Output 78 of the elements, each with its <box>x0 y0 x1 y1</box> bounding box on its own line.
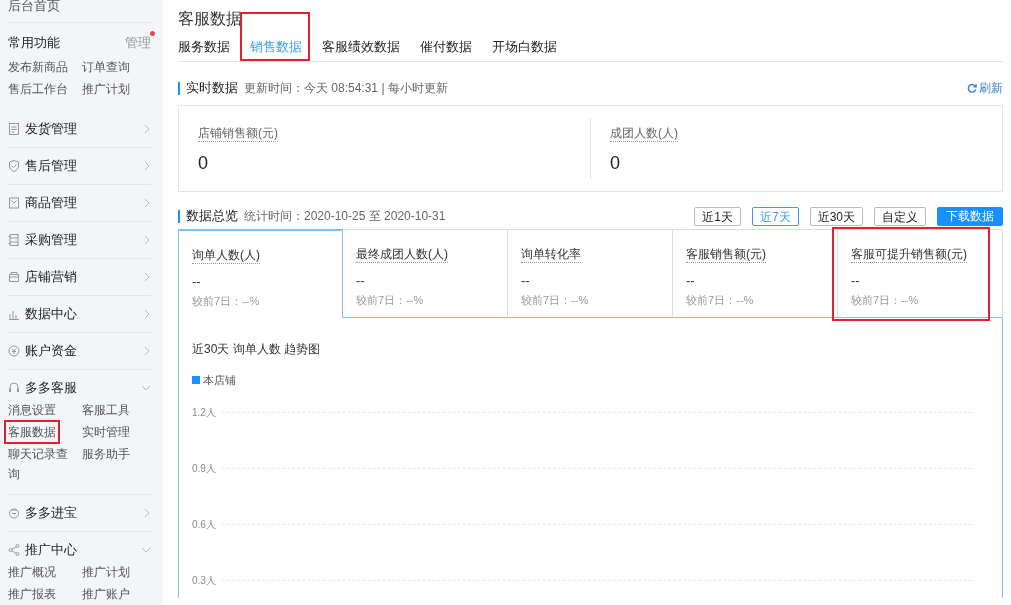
legend-label: 本店铺 <box>203 373 236 388</box>
section-title: 实时数据 <box>186 79 238 98</box>
sidebar-link[interactable]: 推广计划 <box>82 562 130 582</box>
sidebar-link[interactable]: 推广账户 <box>82 584 130 604</box>
share-icon <box>8 543 20 557</box>
metric-value: -- <box>686 273 696 289</box>
box-icon <box>8 196 20 210</box>
refresh-link[interactable]: 刷新 <box>967 79 1003 97</box>
chart-title: 近30天 询单人数 趋势图 <box>192 341 321 358</box>
sidebar-link[interactable]: 推广报表 <box>8 584 56 604</box>
comparison-text: 较前7日：--% <box>192 294 261 309</box>
metric-label: 最终成团人数(人) <box>356 246 448 263</box>
sidebar-link[interactable]: 消息设置 <box>8 400 56 420</box>
sidebar-link[interactable]: 客服数据 <box>8 422 56 442</box>
metric-label: 店铺销售额(元) <box>198 125 278 142</box>
tab[interactable]: 开场白数据 <box>492 35 557 59</box>
headset-icon <box>8 381 20 395</box>
metric-label: 客服可提升销售额(元) <box>851 246 967 263</box>
metric-value: -- <box>851 273 861 289</box>
sidebar-link[interactable]: 售后工作台 <box>8 79 68 99</box>
range-button[interactable]: 自定义 <box>874 206 926 226</box>
sidebar-link[interactable]: 发布新商品 <box>8 57 68 77</box>
axis-label: 1.2人 <box>192 406 217 420</box>
sidebar-link[interactable]: 订单查询 <box>82 57 130 77</box>
axis-label: 0.6人 <box>192 518 217 532</box>
section-heading: 常用功能 <box>8 34 60 53</box>
sidebar-section[interactable]: 多多进宝 <box>8 495 151 531</box>
comparison-text: 较前7日：--% <box>521 293 590 308</box>
home-link[interactable]: 后台首页 <box>8 0 151 23</box>
document-icon <box>8 122 20 136</box>
metric-tab[interactable]: 最终成团人数(人) -- 较前7日：--% <box>343 229 508 318</box>
sidebar-link[interactable]: 推广计划 <box>82 79 130 99</box>
metric-tab[interactable]: 询单人数(人) -- 较前7日：--% <box>178 229 343 318</box>
metric-value: 0 <box>198 152 209 175</box>
update-info: 统计时间：2020-10-25 至 2020-10-31 <box>244 208 446 225</box>
sidebar-section[interactable]: 店铺营销 <box>8 259 151 295</box>
metric-label: 客服销售额(元) <box>686 246 766 263</box>
comparison-text: 较前7日：--% <box>356 293 425 308</box>
metric-value: -- <box>521 273 531 289</box>
sidebar-section[interactable]: 采购管理 <box>8 222 151 258</box>
sidebar-section[interactable]: 发货管理 <box>8 111 151 147</box>
sidebar-section[interactable]: 数据中心 <box>8 296 151 332</box>
range-button[interactable]: 近30天 <box>809 206 863 226</box>
list-icon <box>8 233 20 247</box>
tab[interactable]: 服务数据 <box>178 35 230 59</box>
update-info: 更新时间：今天 08:54:31 | 每小时更新 <box>244 80 448 97</box>
tab[interactable]: 催付数据 <box>420 35 472 59</box>
sidebar-section[interactable]: 账户资金 <box>8 333 151 369</box>
shield-icon <box>8 159 20 173</box>
coin-icon <box>8 344 20 358</box>
pot-icon <box>8 506 20 520</box>
axis-label: 0.9人 <box>192 462 217 476</box>
metric-tab[interactable]: 客服销售额(元) -- 较前7日：--% <box>673 229 838 318</box>
sidebar-link[interactable]: 推广概况 <box>8 562 56 582</box>
shop-icon <box>8 270 20 284</box>
tab[interactable]: 客服绩效数据 <box>322 35 400 59</box>
sidebar-section[interactable]: 售后管理 <box>8 148 151 184</box>
sidebar-link[interactable]: 实时管理 <box>82 422 130 442</box>
refresh-icon <box>967 83 977 93</box>
metric-label: 询单人数(人) <box>192 247 260 264</box>
sidebar-section[interactable]: 商品管理 <box>8 185 151 221</box>
range-button[interactable]: 近1天 <box>694 206 741 226</box>
metric-label: 成团人数(人) <box>610 125 678 142</box>
sidebar-link[interactable]: 聊天记录查询 <box>8 444 70 484</box>
comparison-text: 较前7日：--% <box>686 293 755 308</box>
accent-bar <box>178 209 180 223</box>
metric-value: 0 <box>610 152 621 175</box>
sidebar-link[interactable]: 客服工具 <box>82 400 130 420</box>
sidebar-link[interactable]: 服务助手 <box>82 444 130 464</box>
metric-value: -- <box>192 274 202 290</box>
page-title: 客服数据 <box>178 9 243 29</box>
metric-value: -- <box>356 273 366 289</box>
metric-label: 询单转化率 <box>521 246 581 263</box>
accent-bar <box>178 81 180 95</box>
axis-label: 0.3人 <box>192 574 217 588</box>
comparison-text: 较前7日：--% <box>851 293 920 308</box>
metric-tab[interactable]: 询单转化率 -- 较前7日：--% <box>508 229 673 318</box>
section-title: 数据总览 <box>186 207 238 226</box>
